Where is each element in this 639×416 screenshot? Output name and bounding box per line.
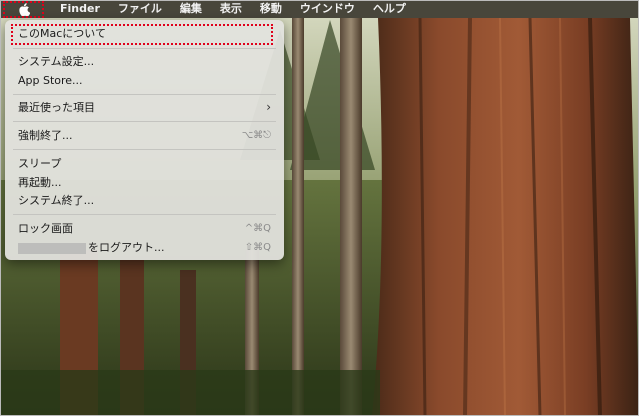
menu-edit[interactable]: 編集	[171, 0, 211, 18]
menu-item-label: 強制終了...	[18, 129, 73, 142]
apple-menu-button[interactable]	[3, 1, 44, 18]
menu-item-label: 最近使った項目	[18, 101, 95, 114]
menu-item-label: スリープ	[18, 157, 62, 170]
menu-item-label: システム終了...	[18, 194, 95, 207]
menu-separator	[13, 149, 276, 150]
menu-item-recent-items[interactable]: 最近使った項目 ›	[5, 98, 284, 116]
menu-window[interactable]: ウインドウ	[291, 0, 364, 18]
menu-finder[interactable]: Finder	[48, 0, 109, 18]
menu-item-label: このMacについて	[18, 27, 106, 40]
menu-separator	[13, 48, 276, 49]
menu-view[interactable]: 表示	[211, 0, 251, 18]
menu-item-force-quit[interactable]: 強制終了... ⌥⌘⎋	[5, 126, 284, 144]
menu-item-restart[interactable]: 再起動...	[5, 173, 284, 191]
logout-label: をログアウト...	[88, 241, 165, 254]
force-quit-shortcut: ⌥⌘⎋	[241, 129, 271, 141]
menu-item-label: システム設定...	[18, 55, 95, 68]
lock-screen-shortcut: ^⌘Q	[244, 222, 271, 234]
menu-item-system-settings[interactable]: システム設定...	[5, 52, 284, 70]
menu-item-label: をログアウト...	[18, 239, 245, 255]
menu-item-app-store[interactable]: App Store...	[5, 71, 284, 89]
menu-item-lock-screen[interactable]: ロック画面 ^⌘Q	[5, 219, 284, 237]
menu-separator	[13, 121, 276, 122]
menu-item-label: 再起動...	[18, 176, 62, 189]
menu-item-shutdown[interactable]: システム終了...	[5, 191, 284, 209]
menu-go[interactable]: 移動	[251, 0, 291, 18]
menu-item-label: ロック画面	[18, 222, 73, 235]
apple-icon	[18, 3, 30, 16]
menu-item-sleep[interactable]: スリープ	[5, 154, 284, 172]
menu-separator	[13, 94, 276, 95]
logout-shortcut: ⇧⌘Q	[244, 241, 271, 253]
menu-item-label: App Store...	[18, 73, 83, 87]
redacted-username	[18, 242, 86, 254]
menu-file[interactable]: ファイル	[109, 0, 171, 18]
menu-separator	[13, 214, 276, 215]
chevron-right-icon: ›	[266, 100, 271, 114]
menu-item-about-this-mac[interactable]: このMacについて	[5, 24, 284, 42]
apple-dropdown-menu: このMacについて システム設定... App Store... 最近使った項目…	[5, 20, 284, 260]
menu-help[interactable]: ヘルプ	[364, 0, 415, 18]
menu-bar: Finder ファイル 編集 表示 移動 ウインドウ ヘルプ	[0, 0, 639, 18]
menu-item-logout[interactable]: をログアウト... ⇧⌘Q	[5, 238, 284, 256]
